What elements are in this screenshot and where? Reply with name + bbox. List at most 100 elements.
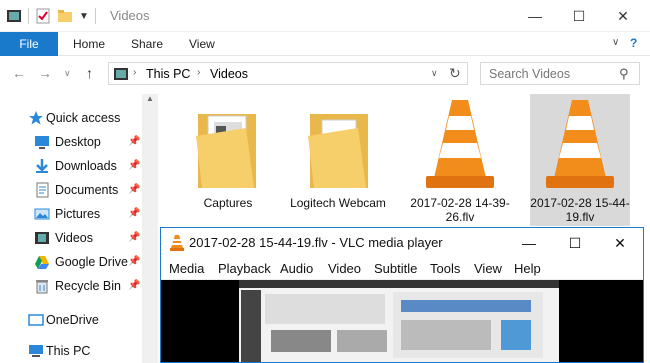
file-tile-vlc-14-39-26[interactable]: 2017-02-28 14-39-26.flv bbox=[410, 94, 510, 226]
chevron-right-icon[interactable]: › bbox=[197, 67, 200, 78]
menu-audio[interactable]: Audio bbox=[280, 261, 313, 276]
pin-icon[interactable]: 📌 bbox=[128, 184, 140, 195]
recent-locations-icon[interactable]: ∨ bbox=[64, 68, 71, 79]
address-dropdown-icon[interactable]: ∨ bbox=[431, 68, 438, 79]
vlc-title-bar: 2017-02-28 15-44-19.flv - VLC media play… bbox=[161, 228, 643, 258]
maximize-button[interactable]: ☐ bbox=[556, 0, 602, 32]
pin-icon[interactable]: 📌 bbox=[128, 232, 140, 243]
nav-label: Videos bbox=[55, 231, 93, 245]
menu-help[interactable]: Help bbox=[514, 261, 541, 276]
search-input[interactable]: Search Videos ⚲ bbox=[480, 62, 640, 85]
tab-file[interactable]: File bbox=[0, 32, 58, 56]
maximize-icon: ☐ bbox=[572, 7, 586, 24]
pin-icon[interactable]: 📌 bbox=[128, 256, 140, 267]
minimize-icon: — bbox=[528, 8, 542, 24]
close-button[interactable]: ✕ bbox=[600, 0, 646, 32]
video-frame bbox=[239, 280, 559, 362]
minimize-button[interactable]: — bbox=[512, 0, 558, 32]
nav-item-pictures[interactable]: Pictures 📌 bbox=[0, 203, 145, 225]
search-icon[interactable]: ⚲ bbox=[619, 66, 629, 82]
menu-tools[interactable]: Tools bbox=[430, 261, 460, 276]
nav-scrollbar[interactable]: ▲ bbox=[142, 94, 158, 363]
nav-item-this-pc[interactable]: This PC bbox=[0, 340, 145, 362]
nav-label: Pictures bbox=[55, 207, 101, 221]
vlc-app-icon bbox=[170, 235, 184, 251]
this-pc-icon bbox=[28, 343, 44, 359]
close-icon: ✕ bbox=[614, 234, 626, 251]
vlc-video-area[interactable] bbox=[161, 280, 643, 362]
folder-icon bbox=[308, 114, 368, 188]
forward-arrow-icon[interactable]: → bbox=[38, 65, 52, 81]
breadcrumb-this-pc[interactable]: This PC bbox=[146, 67, 190, 81]
pin-icon[interactable]: 📌 bbox=[128, 136, 140, 147]
minimize-icon: — bbox=[522, 235, 536, 251]
nav-label: This PC bbox=[46, 344, 91, 358]
download-icon bbox=[34, 158, 50, 174]
tab-share[interactable]: Share bbox=[131, 37, 163, 51]
vlc-close-button[interactable]: ✕ bbox=[597, 228, 643, 258]
file-tile-logitech-webcam[interactable]: Logitech Webcam bbox=[288, 94, 388, 226]
quick-access-toolbar: ▼ bbox=[6, 6, 96, 26]
folder-icon bbox=[196, 114, 256, 188]
customize-toolbar-icon[interactable]: ▼ bbox=[79, 11, 89, 22]
nav-label: Downloads bbox=[55, 159, 117, 173]
desktop-icon bbox=[34, 134, 50, 150]
vlc-minimize-button[interactable]: — bbox=[506, 228, 552, 258]
nav-label: Desktop bbox=[55, 135, 101, 149]
vlc-cone-icon bbox=[546, 100, 614, 188]
vlc-maximize-button[interactable]: ☐ bbox=[552, 228, 598, 258]
breadcrumb-videos[interactable]: Videos bbox=[210, 67, 248, 81]
nav-item-documents[interactable]: Documents 📌 bbox=[0, 179, 145, 201]
chevron-right-icon[interactable]: › bbox=[133, 67, 136, 78]
menu-media[interactable]: Media bbox=[169, 261, 204, 276]
nav-label: OneDrive bbox=[46, 313, 99, 327]
search-placeholder: Search Videos bbox=[489, 67, 571, 81]
help-icon[interactable]: ? bbox=[630, 36, 637, 50]
nav-item-desktop[interactable]: Desktop 📌 bbox=[0, 131, 145, 153]
recycle-bin-icon bbox=[34, 278, 50, 294]
refresh-icon[interactable]: ↻ bbox=[449, 65, 461, 82]
new-folder-icon[interactable] bbox=[57, 8, 73, 24]
file-label: 2017-02-28 15-44-19.flv bbox=[530, 196, 630, 224]
menu-subtitle[interactable]: Subtitle bbox=[374, 261, 417, 276]
videos-icon bbox=[34, 230, 50, 246]
vlc-window: 2017-02-28 15-44-19.flv - VLC media play… bbox=[160, 227, 644, 363]
up-arrow-icon[interactable]: ↑ bbox=[86, 65, 93, 81]
file-label: 2017-02-28 14-39-26.flv bbox=[410, 196, 510, 224]
tab-view[interactable]: View bbox=[189, 37, 215, 51]
nav-label: Documents bbox=[55, 183, 119, 197]
expand-ribbon-icon[interactable]: ∨ bbox=[612, 37, 619, 48]
onedrive-icon bbox=[28, 312, 44, 328]
close-icon: ✕ bbox=[617, 7, 629, 24]
nav-item-recycle-bin[interactable]: Recycle Bin 📌 bbox=[0, 275, 145, 297]
separator bbox=[94, 8, 96, 24]
nav-item-google-drive[interactable]: Google Drive 📌 bbox=[0, 251, 145, 273]
menu-playback[interactable]: Playback bbox=[218, 261, 271, 276]
pin-icon[interactable]: 📌 bbox=[128, 208, 140, 219]
file-tile-captures[interactable]: Captures bbox=[178, 94, 278, 226]
ribbon: File Home Share View ∨ ? bbox=[0, 32, 650, 56]
nav-item-onedrive[interactable]: OneDrive bbox=[0, 309, 145, 331]
address-bar[interactable]: › This PC › Videos ∨ ↻ bbox=[108, 62, 468, 85]
file-label: Logitech Webcam bbox=[290, 196, 386, 210]
back-arrow-icon[interactable]: ← bbox=[12, 65, 26, 81]
file-tile-vlc-15-44-19[interactable]: 2017-02-28 15-44-19.flv bbox=[530, 94, 630, 226]
nav-item-downloads[interactable]: Downloads 📌 bbox=[0, 155, 145, 177]
properties-icon[interactable] bbox=[35, 8, 51, 24]
nav-item-videos[interactable]: Videos 📌 bbox=[0, 227, 145, 249]
google-drive-icon bbox=[34, 254, 50, 270]
pin-icon[interactable]: 📌 bbox=[128, 160, 140, 171]
scroll-up-icon[interactable]: ▲ bbox=[146, 94, 154, 103]
tab-home[interactable]: Home bbox=[73, 37, 105, 51]
menu-view[interactable]: View bbox=[474, 261, 502, 276]
maximize-icon: ☐ bbox=[568, 234, 582, 251]
videos-location-icon bbox=[113, 66, 129, 85]
vlc-menu-bar: Media Playback Audio Video Subtitle Tool… bbox=[161, 258, 643, 280]
menu-video[interactable]: Video bbox=[328, 261, 361, 276]
star-icon bbox=[28, 110, 44, 126]
nav-label: Google Drive bbox=[55, 255, 128, 269]
nav-item-quick-access[interactable]: Quick access bbox=[0, 107, 145, 129]
documents-icon bbox=[34, 182, 50, 198]
pin-icon[interactable]: 📌 bbox=[128, 280, 140, 291]
file-label: Captures bbox=[203, 196, 253, 210]
